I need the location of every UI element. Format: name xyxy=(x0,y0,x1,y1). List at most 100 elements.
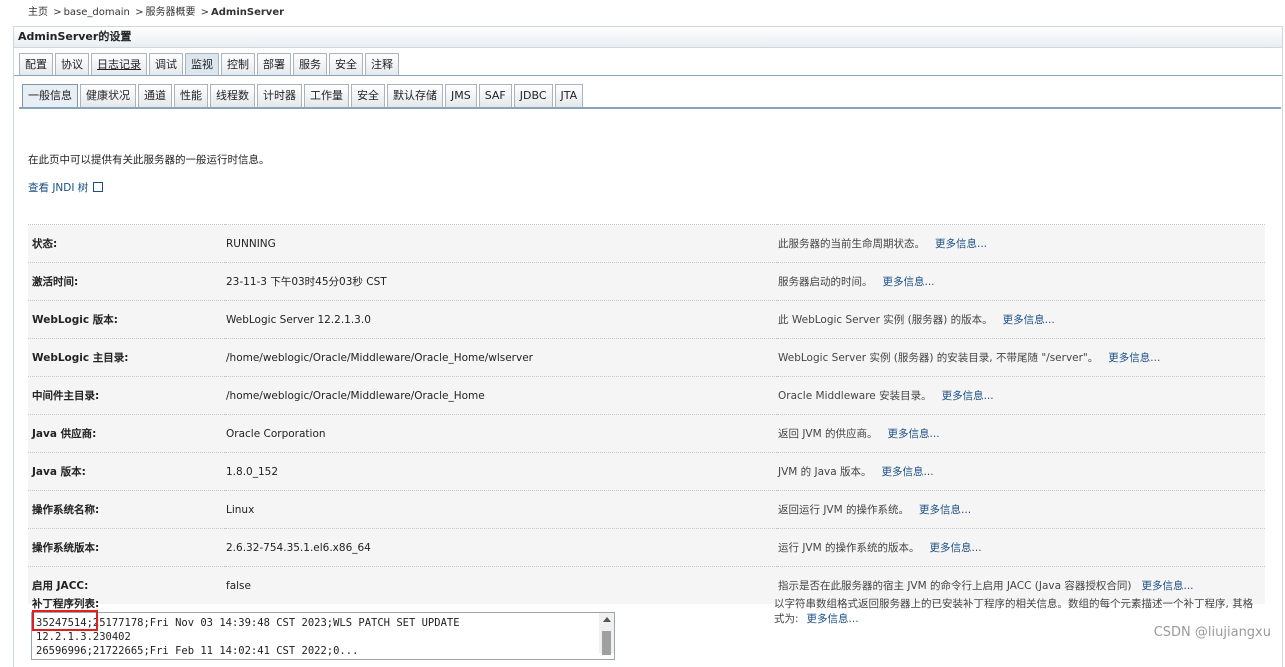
more-info-link[interactable]: 更多信息... xyxy=(919,504,971,516)
row-label: 操作系统名称: xyxy=(28,490,225,529)
subtab-4[interactable]: 线程数 xyxy=(210,84,255,107)
subtab-1[interactable]: 健康状况 xyxy=(80,84,136,107)
info-row: WebLogic 主目录:/home/weblogic/Oracle/Middl… xyxy=(28,338,1265,377)
patch-list-description: 以字符串数组格式返回服务器上的已安装补丁程序的相关信息。数组的每个元素描述一个补… xyxy=(774,597,1254,627)
tab-label: 服务 xyxy=(299,58,321,71)
tab-0[interactable]: 配置 xyxy=(19,53,53,76)
tab-5[interactable]: 控制 xyxy=(221,53,255,76)
tab-label: 配置 xyxy=(25,58,47,71)
info-row: Java 供应商: Oracle Corporation 返回 JVM 的供应商。更… xyxy=(28,414,1265,453)
tab-label: 注释 xyxy=(371,58,393,71)
more-info-link[interactable]: 更多信息... xyxy=(1108,352,1160,364)
jndi-link-label: 查看 JNDI 树 xyxy=(28,182,89,194)
row-desc-text: 返回 JVM 的供应商。 xyxy=(778,428,878,440)
subtab-8[interactable]: 默认存储 xyxy=(387,84,443,107)
info-row: WebLogic 版本: WebLogic Server 12.2.1.3.0 此 … xyxy=(28,300,1265,339)
subtab-5[interactable]: 计时器 xyxy=(257,84,302,107)
row-description: JVM 的 Java 版本。 更多信息... xyxy=(777,452,1265,491)
row-desc-text: 指示是否在此服务器的宿主 JVM 的命令行上启用 JACC (Java 容器授权… xyxy=(778,580,1132,592)
row-desc-text: 服务器启动的时间。 xyxy=(778,276,873,288)
more-info-link[interactable]: 更多信息... xyxy=(888,428,940,440)
subtab-10[interactable]: SAF xyxy=(478,84,512,107)
row-label: Java 供应商: xyxy=(28,414,225,453)
patch-list-scrollbar[interactable] xyxy=(599,613,614,655)
breadcrumb: 主页 > base_domain > 服务器概要 > AdminServer xyxy=(28,3,284,18)
tab-4[interactable]: 监视 xyxy=(185,53,219,76)
more-info-link[interactable]: 更多信息... xyxy=(1141,580,1193,592)
main-tab-divider xyxy=(14,75,1282,76)
tab-label: 协议 xyxy=(61,58,83,71)
subtab-7[interactable]: 安全 xyxy=(351,84,385,107)
row-label: WebLogic 版本: xyxy=(28,300,225,339)
subtab-6[interactable]: 工作量 xyxy=(304,84,349,107)
watermark: CSDN @liujiangxu xyxy=(1153,625,1271,640)
tab-7[interactable]: 服务 xyxy=(293,53,327,76)
breadcrumb-separator: > xyxy=(200,7,210,18)
more-info-link[interactable]: 更多信息... xyxy=(935,238,987,250)
subtab-3[interactable]: 性能 xyxy=(174,84,208,107)
tab-8[interactable]: 安全 xyxy=(329,53,363,76)
breadcrumb-overview[interactable]: 服务器概要 xyxy=(145,7,195,18)
tab-6[interactable]: 部署 xyxy=(257,53,291,76)
more-info-link[interactable]: 更多信息... xyxy=(882,466,934,478)
subtab-11[interactable]: JDBC xyxy=(513,84,553,107)
scroll-up-icon[interactable] xyxy=(603,617,611,622)
breadcrumb-separator: > xyxy=(135,7,144,18)
row-value: Linux xyxy=(225,490,777,529)
subtab-12[interactable]: JTA xyxy=(554,84,584,107)
row-desc-text: 此服务器的当前生命周期状态。 xyxy=(778,238,925,250)
row-desc-text: 运行 JVM 的操作系统的版本。 xyxy=(778,542,920,554)
row-value: /home/weblogic/Oracle/Middleware/Oracle_… xyxy=(225,338,777,377)
row-description: 返回 JVM 的供应商。 更多信息... xyxy=(777,414,1265,453)
row-label: Java 版本: xyxy=(28,452,225,491)
more-info-link[interactable]: 更多信息... xyxy=(1003,314,1055,326)
subtab-0[interactable]: 一般信息 xyxy=(22,84,78,107)
sub-tab-divider xyxy=(19,107,1281,109)
tab-label: 安全 xyxy=(335,58,357,71)
row-description: 返回运行 JVM 的操作系统。 更多信息... xyxy=(777,490,1265,529)
row-value: 2.6.32-754.35.1.el6.x86_64 xyxy=(225,528,777,567)
tab-label: 部署 xyxy=(263,58,285,71)
row-label: 激活时间: xyxy=(28,262,225,301)
breadcrumb-home[interactable]: 主页 xyxy=(28,7,48,18)
tab-label: 日志记录 xyxy=(97,58,141,71)
intro-text: 在此页中可以提供有关此服务器的一般运行时信息。 xyxy=(28,154,270,166)
row-description: Oracle Middleware 安装目录。 更多信息... xyxy=(777,376,1265,415)
patch-list-textarea[interactable]: 35247514;25177178;Fri Nov 03 14:39:48 CS… xyxy=(31,612,615,660)
breadcrumb-current: AdminServer xyxy=(211,7,285,18)
row-value: 1.8.0_152 xyxy=(225,452,777,491)
row-label: 状态: xyxy=(28,224,225,263)
breadcrumb-separator: > xyxy=(53,7,62,18)
info-row: 状态: RUNNING 此服务器的当前生命周期状态。 更多信息... xyxy=(28,224,1265,263)
tab-3[interactable]: 调试 xyxy=(149,53,183,76)
row-label: 中间件主目录: xyxy=(28,376,225,415)
sub-tab-bar: 一般信息 健康状况 通道 性能 线程数 计时器 工作量 安全 默认存储 JMS SAF JDBC JTA xyxy=(22,84,585,107)
row-value: Oracle Corporation xyxy=(225,414,777,453)
row-description: 此 WebLogic Server 实例 (服务器) 的版本。 更多信息... xyxy=(777,300,1265,339)
tab-label: 控制 xyxy=(227,58,249,71)
subtab-9[interactable]: JMS xyxy=(445,84,477,107)
tab-1[interactable]: 协议 xyxy=(55,53,89,76)
more-info-link[interactable]: 更多信息... xyxy=(942,390,994,402)
external-link-icon xyxy=(93,182,104,192)
info-row: 激活时间: 23-11-3 下午03时45分03秒 CST 服务器启动的时间。 更多信… xyxy=(28,262,1265,301)
more-info-link[interactable]: 更多信息... xyxy=(807,613,859,625)
row-label: WebLogic 主目录: xyxy=(28,338,225,377)
tab-label: 调试 xyxy=(155,58,177,71)
row-value: false xyxy=(225,566,777,604)
row-value: 23-11-3 下午03时45分03秒 CST xyxy=(225,262,777,301)
info-row: 操作系统版本: 2.6.32-754.35.1.el6.x86_64 运行 JVM … xyxy=(28,528,1265,567)
more-info-link[interactable]: 更多信息... xyxy=(883,276,935,288)
row-desc-text: 返回运行 JVM 的操作系统。 xyxy=(778,504,910,516)
row-desc-text: WebLogic Server 实例 (服务器) 的安装目录, 不带尾随 "/s… xyxy=(778,352,1099,364)
breadcrumb-domain[interactable]: base_domain xyxy=(64,7,130,18)
view-jndi-tree-link[interactable]: 查看 JNDI 树 xyxy=(28,180,104,195)
subtab-2[interactable]: 通道 xyxy=(138,84,172,107)
more-info-link[interactable]: 更多信息... xyxy=(930,542,982,554)
row-description: 运行 JVM 的操作系统的版本。 更多信息... xyxy=(777,528,1265,567)
scroll-thumb[interactable] xyxy=(602,631,611,655)
row-desc-text: JVM 的 Java 版本。 xyxy=(778,466,872,478)
tab-2[interactable]: 日志记录 xyxy=(91,53,147,76)
row-value: RUNNING xyxy=(225,224,777,263)
tab-9[interactable]: 注释 xyxy=(365,53,399,76)
